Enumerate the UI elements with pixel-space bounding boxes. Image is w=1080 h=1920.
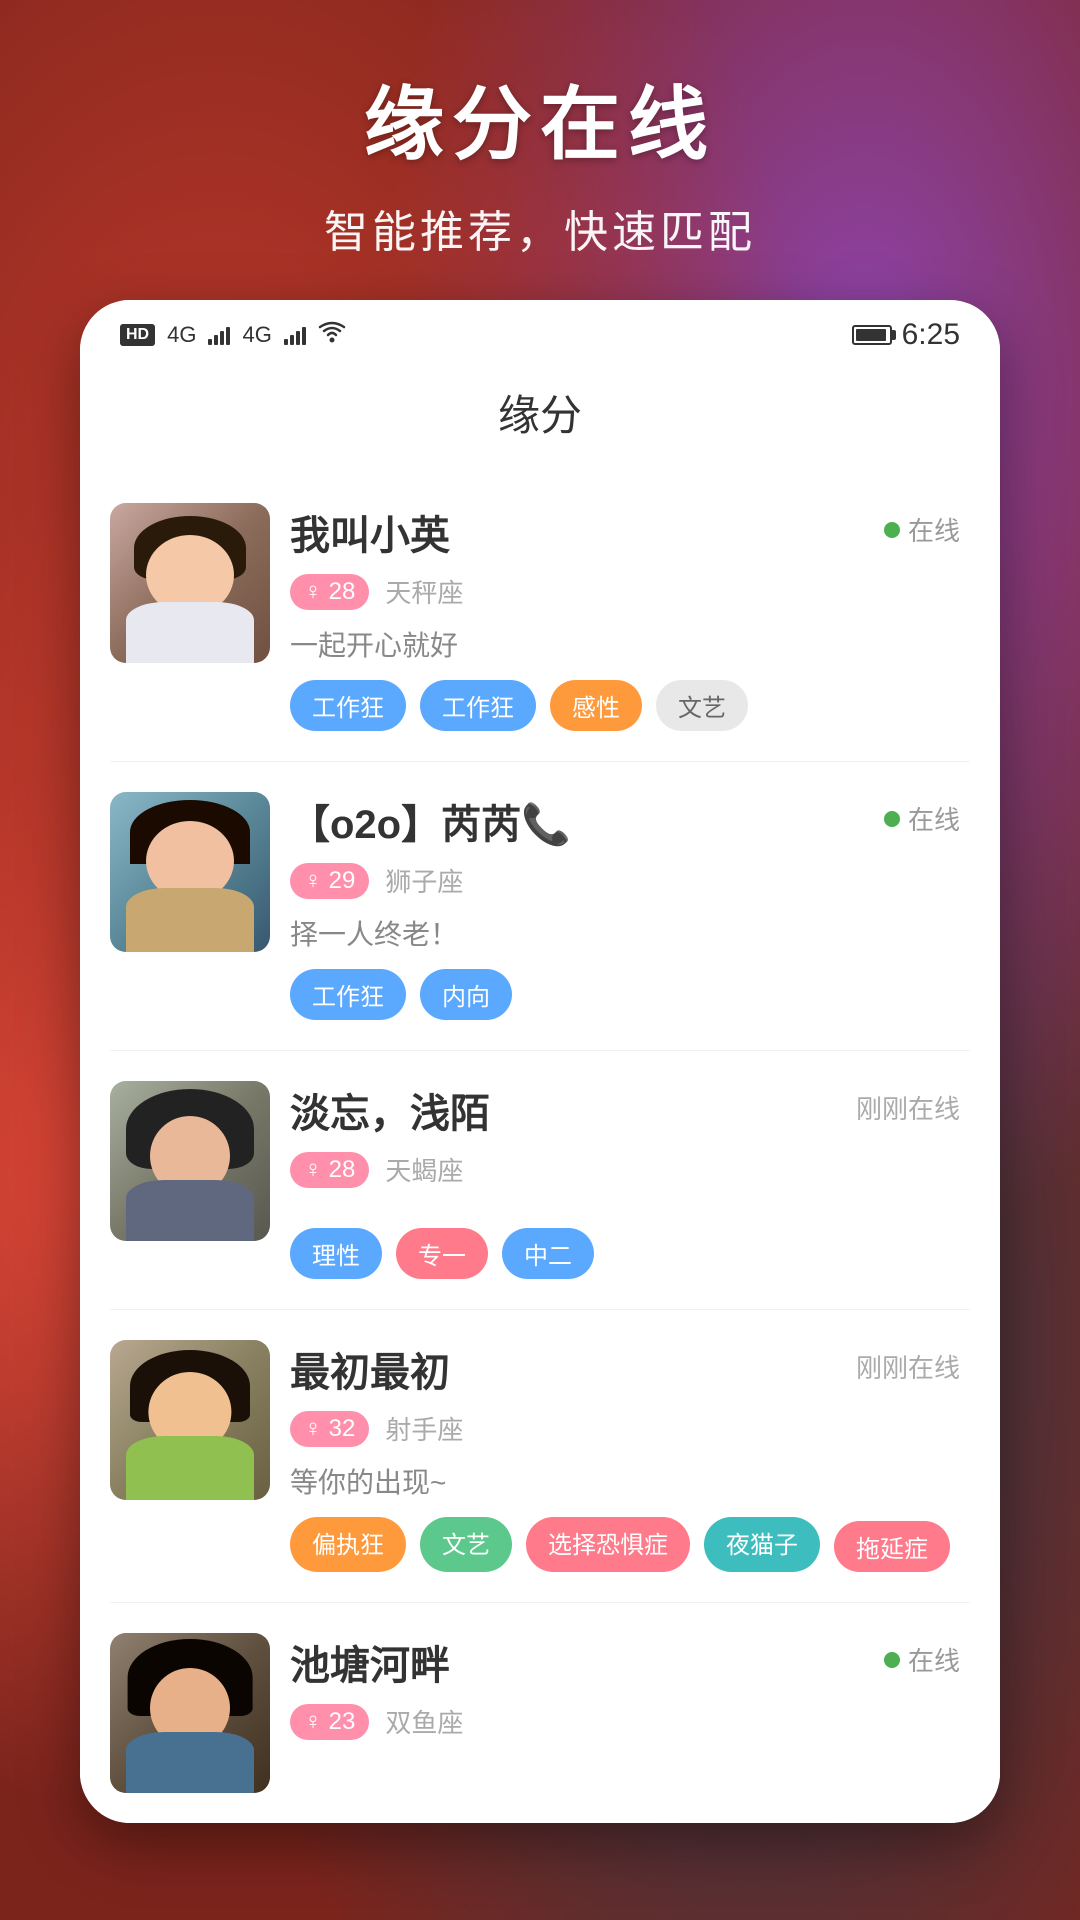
tag: 文艺 — [420, 1517, 512, 1572]
signal-icon-2 — [284, 325, 306, 345]
gender-age-2: ♀ 29 — [290, 863, 369, 899]
user-status-3: 刚刚在线 — [856, 1089, 960, 1126]
user-item-3[interactable]: 淡忘，浅陌 ♀ 28 天蝎座 理性 专一 中二 刚刚在线 — [110, 1051, 970, 1310]
user-list: 我叫小英 ♀ 28 天秤座 一起开心就好 工作狂 工作狂 感性 文艺 在线 — [80, 473, 1000, 1823]
tag: 偏执狂 — [290, 1517, 406, 1572]
zodiac-1: 天秤座 — [385, 573, 463, 610]
status-text-4: 刚刚在线 — [856, 1348, 960, 1385]
gender-age-3: ♀ 28 — [290, 1152, 369, 1188]
page-title-bar: 缘分 — [80, 362, 1000, 473]
phone-frame: HD 4G 4G — [80, 300, 1000, 1823]
user-meta-4: ♀ 32 射手座 — [290, 1410, 950, 1447]
gender-age-5: ♀ 23 — [290, 1704, 369, 1740]
status-text-5: 在线 — [908, 1641, 960, 1678]
avatar-1 — [110, 503, 270, 663]
user-status-2: 在线 — [884, 800, 960, 837]
avatar-2 — [110, 792, 270, 952]
tag: 夜猫子 — [704, 1517, 820, 1572]
zodiac-3: 天蝎座 — [385, 1151, 463, 1188]
tag: 工作狂 — [290, 969, 406, 1020]
signal-icon-1 — [208, 325, 230, 345]
avatar-3 — [110, 1081, 270, 1241]
user-item-2[interactable]: 【o2o】芮芮📞 ♀ 29 狮子座 择一人终老！ 工作狂 内向 在线 — [110, 762, 970, 1051]
user-meta-2: ♀ 29 狮子座 — [290, 862, 950, 899]
user-status-1: 在线 — [884, 511, 960, 548]
tags-4: 偏执狂 文艺 选择恐惧症 夜猫子 拖延症 — [290, 1517, 950, 1572]
user-meta-5: ♀ 23 双鱼座 — [290, 1703, 950, 1740]
avatar-5 — [110, 1633, 270, 1793]
tag: 中二 — [502, 1228, 594, 1279]
tags-3: 理性 专一 中二 — [290, 1228, 950, 1279]
tag: 工作狂 — [420, 680, 536, 731]
tag: 专一 — [396, 1228, 488, 1279]
bio-1: 一起开心就好 — [290, 624, 950, 664]
online-dot-2 — [884, 811, 900, 827]
tag: 感性 — [550, 680, 642, 731]
user-status-4: 刚刚在线 — [856, 1348, 960, 1385]
subtitle: 智能推荐，快速匹配 — [0, 196, 1080, 260]
network1-label: 4G — [167, 322, 196, 348]
tag: 选择恐惧症 — [526, 1517, 690, 1572]
status-text-2: 在线 — [908, 800, 960, 837]
main-title: 缘分在线 — [0, 60, 1080, 176]
user-name-2: 【o2o】芮芮📞 — [290, 792, 571, 850]
tag: 理性 — [290, 1228, 382, 1279]
page-title: 缘分 — [498, 392, 582, 439]
tag: 文艺 — [656, 680, 748, 731]
user-meta-1: ♀ 28 天秤座 — [290, 573, 950, 610]
user-item-4[interactable]: 最初最初 ♀ 32 射手座 等你的出现~ 偏执狂 文艺 选择恐惧症 夜猫子 拖延… — [110, 1310, 970, 1603]
gender-age-4: ♀ 32 — [290, 1411, 369, 1447]
tags-2: 工作狂 内向 — [290, 969, 950, 1020]
user-name-4: 最初最初 — [290, 1340, 450, 1398]
online-dot-5 — [884, 1652, 900, 1668]
tag: 工作狂 — [290, 680, 406, 731]
status-right: 6:25 — [852, 318, 960, 352]
avatar-4 — [110, 1340, 270, 1500]
user-info-1: 我叫小英 ♀ 28 天秤座 一起开心就好 工作狂 工作狂 感性 文艺 — [270, 503, 970, 731]
hd-badge: HD — [120, 324, 155, 346]
network2-label: 4G — [242, 322, 271, 348]
header-area: 缘分在线 智能推荐，快速匹配 — [0, 0, 1080, 300]
wifi-icon — [318, 321, 346, 350]
zodiac-2: 狮子座 — [385, 862, 463, 899]
bio-3 — [290, 1202, 950, 1212]
battery-icon — [852, 325, 892, 345]
status-left: HD 4G 4G — [120, 321, 346, 350]
bio-2: 择一人终老！ — [290, 913, 950, 953]
user-name-3: 淡忘，浅陌 — [290, 1081, 490, 1139]
user-status-5: 在线 — [884, 1641, 960, 1678]
status-text-1: 在线 — [908, 511, 960, 548]
user-item-1[interactable]: 我叫小英 ♀ 28 天秤座 一起开心就好 工作狂 工作狂 感性 文艺 在线 — [110, 473, 970, 762]
zodiac-4: 射手座 — [385, 1410, 463, 1447]
tags-1: 工作狂 工作狂 感性 文艺 — [290, 680, 950, 731]
user-meta-3: ♀ 28 天蝎座 — [290, 1151, 950, 1188]
user-info-2: 【o2o】芮芮📞 ♀ 29 狮子座 择一人终老！ 工作狂 内向 — [270, 792, 970, 1020]
bio-4: 等你的出现~ — [290, 1461, 950, 1501]
user-name-5: 池塘河畔 — [290, 1633, 450, 1691]
user-info-5: 池塘河畔 ♀ 23 双鱼座 — [270, 1633, 970, 1754]
gender-age-1: ♀ 28 — [290, 574, 369, 610]
user-item-5[interactable]: 池塘河畔 ♀ 23 双鱼座 在线 — [110, 1603, 970, 1823]
status-text-3: 刚刚在线 — [856, 1089, 960, 1126]
time-display: 6:25 — [902, 318, 960, 352]
user-name-1: 我叫小英 — [290, 503, 450, 561]
status-bar: HD 4G 4G — [80, 300, 1000, 362]
online-dot-1 — [884, 522, 900, 538]
tag: 内向 — [420, 969, 512, 1020]
zodiac-5: 双鱼座 — [385, 1703, 463, 1740]
tag: 拖延症 — [834, 1521, 950, 1572]
